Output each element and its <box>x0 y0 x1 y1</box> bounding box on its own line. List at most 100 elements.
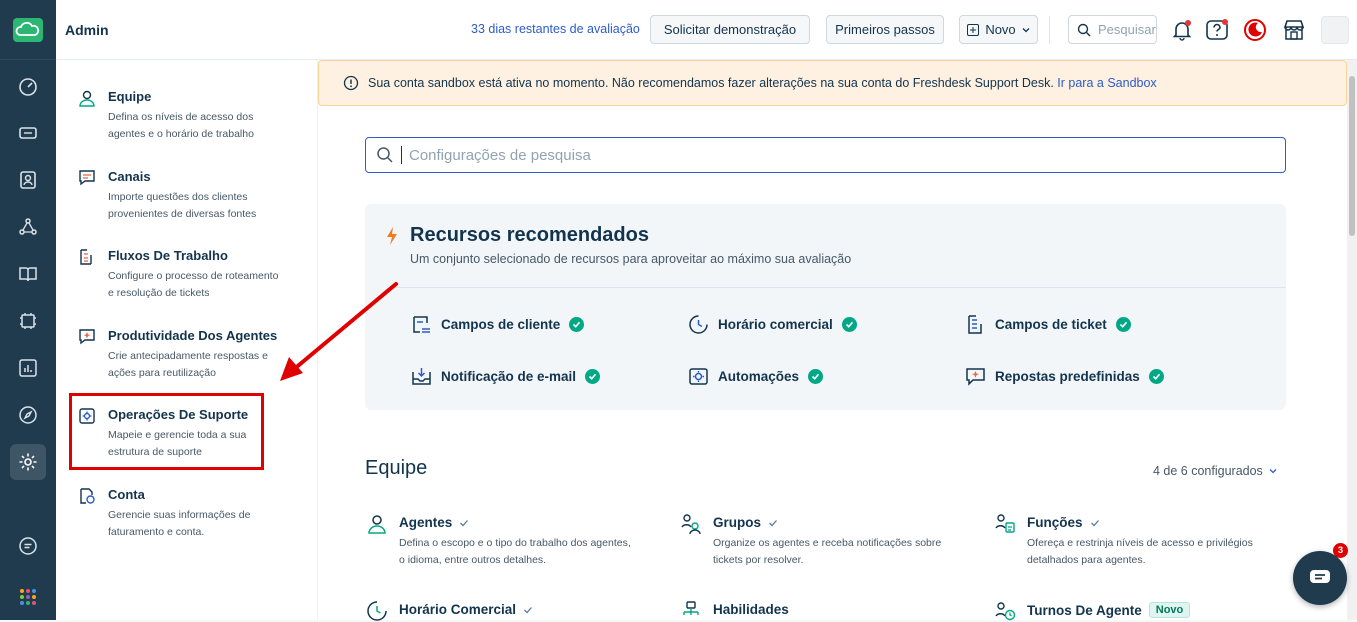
recommended-title: Recursos recomendados <box>410 224 649 246</box>
settings-search[interactable] <box>365 137 1286 173</box>
sandbox-link[interactable]: Ir para a Sandbox <box>1057 76 1156 90</box>
settings-item-desc: Gerencie suas informações de faturamento… <box>108 509 251 538</box>
settings-item-desc: Defina os níveis de acesso dos agentes e… <box>108 111 254 140</box>
check-icon <box>1148 369 1164 384</box>
request-demo-button[interactable]: Solicitar demonstração <box>650 15 810 44</box>
canned-response-icon <box>966 368 985 386</box>
chat-unread-badge: 3 <box>1333 543 1348 558</box>
assets-icon[interactable] <box>10 303 46 339</box>
header-divider <box>1049 16 1050 44</box>
contacts-icon[interactable] <box>10 162 46 198</box>
lightning-icon <box>387 227 397 245</box>
feature-automations[interactable]: Automações <box>688 366 824 387</box>
automation-icon <box>689 368 708 385</box>
admin-settings-icon[interactable] <box>10 444 46 480</box>
card-desc: Organize os agentes e receba notificaçõe… <box>713 537 942 566</box>
feature-ticket-fields[interactable]: Campos de ticket <box>965 314 1131 335</box>
chat-bubble-icon <box>1310 570 1330 583</box>
scrollbar[interactable] <box>1347 60 1357 620</box>
divider <box>396 287 1286 288</box>
banner-text: Sua conta sandbox está ativa no momento.… <box>368 76 1054 90</box>
recommended-features-panel: Recursos recomendados Um conjunto seleci… <box>365 204 1286 410</box>
freshdesk-logo[interactable] <box>0 0 56 60</box>
card-title: Turnos De Agente <box>1027 602 1142 618</box>
plus-box-icon <box>967 23 980 36</box>
card-desc: Defina o escopo e o tipo do trabalho dos… <box>399 537 631 566</box>
text-caret <box>401 146 402 164</box>
freddy-ai-icon[interactable] <box>1241 16 1269 44</box>
feature-label: Campos de ticket <box>995 317 1107 332</box>
marketplace-icon[interactable] <box>1280 16 1308 44</box>
business-hours-icon <box>689 315 708 334</box>
check-icon <box>841 317 857 332</box>
scrollbar-thumb[interactable] <box>1349 76 1355 236</box>
settings-item-title: Canais <box>108 169 151 184</box>
info-icon <box>343 75 359 91</box>
check-icon <box>808 369 824 384</box>
chat-icon <box>79 170 95 186</box>
feature-label: Notificação de e-mail <box>441 369 577 384</box>
workflow-icon <box>80 249 92 265</box>
discover-icon[interactable] <box>10 397 46 433</box>
card-desc: Ofereça e restrinja níveis de acesso e p… <box>1027 537 1253 566</box>
knowledge-base-icon[interactable] <box>10 256 46 292</box>
tickets-icon[interactable] <box>10 115 46 151</box>
new-dropdown-button[interactable]: Novo <box>959 15 1038 44</box>
check-mark-icon <box>524 606 533 613</box>
card-title: Grupos <box>713 515 762 530</box>
page-title: Admin <box>65 22 109 38</box>
email-notification-icon <box>412 368 431 385</box>
top-header: Admin 33 dias restantes de avaliação Sol… <box>56 0 1357 60</box>
apps-grid-icon[interactable] <box>10 579 46 615</box>
settings-item-title: Fluxos De Trabalho <box>108 248 228 263</box>
roles-icon <box>995 514 1015 533</box>
check-icon <box>585 369 601 384</box>
new-badge: Novo <box>1148 602 1191 618</box>
settings-item-desc: Importe questões dos clientes provenient… <box>108 191 257 220</box>
settings-item-title: Conta <box>108 487 145 502</box>
trial-days-link[interactable]: 33 dias restantes de avaliação <box>471 22 640 36</box>
sandbox-banner: Sua conta sandbox está ativa no momento.… <box>318 60 1347 106</box>
settings-search-input[interactable] <box>409 146 1209 164</box>
feature-label: Campos de cliente <box>441 317 561 332</box>
settings-item-desc: Configure o processo de roteamento e res… <box>108 270 279 299</box>
canned-response-icon <box>79 329 95 345</box>
settings-item-title: Produtividade Dos Agentes <box>108 328 278 343</box>
card-title: Funções <box>1027 515 1083 530</box>
search-icon <box>377 147 393 163</box>
notifications-icon[interactable] <box>1168 16 1196 44</box>
left-nav-rail <box>0 0 56 620</box>
feature-business-hours[interactable]: Horário comercial <box>688 314 857 335</box>
chevron-down-icon <box>1269 469 1277 474</box>
chat-widget-button[interactable] <box>1293 551 1347 605</box>
chat-support-icon[interactable] <box>10 528 46 564</box>
first-steps-button[interactable]: Primeiros passos <box>826 15 944 44</box>
feature-customer-fields[interactable]: Campos de cliente <box>411 314 585 335</box>
config-count-text: 4 de 6 configurados <box>1153 464 1263 478</box>
reports-icon[interactable] <box>10 350 46 386</box>
team-section-title: Equipe <box>365 457 428 479</box>
agent-shifts-icon <box>995 602 1016 621</box>
feature-canned-responses[interactable]: Repostas predefinidas <box>965 366 1164 387</box>
feature-label: Automações <box>718 369 800 384</box>
groups-icon[interactable] <box>10 209 46 245</box>
card-title: Horário Comercial <box>399 602 517 617</box>
header-search[interactable]: Pesquisar <box>1068 15 1157 44</box>
feature-email-notification[interactable]: Notificação de e-mail <box>411 366 601 387</box>
avatar[interactable] <box>1321 16 1349 44</box>
highlight-box <box>69 393 264 470</box>
check-icon <box>569 317 585 332</box>
help-icon[interactable] <box>1203 16 1231 44</box>
settings-item-title: Equipe <box>108 89 152 104</box>
groups-icon <box>681 514 701 535</box>
search-icon <box>1077 23 1091 36</box>
account-icon <box>80 488 95 504</box>
dashboard-icon[interactable] <box>10 69 46 105</box>
ticket-fields-icon <box>968 315 982 334</box>
agent-icon <box>368 515 386 534</box>
feature-label: Repostas predefinidas <box>995 369 1140 384</box>
team-config-count[interactable]: 4 de 6 configurados <box>1153 464 1278 478</box>
new-label: Novo <box>985 22 1016 37</box>
feature-label: Horário comercial <box>718 317 833 332</box>
business-hours-icon <box>367 601 387 621</box>
